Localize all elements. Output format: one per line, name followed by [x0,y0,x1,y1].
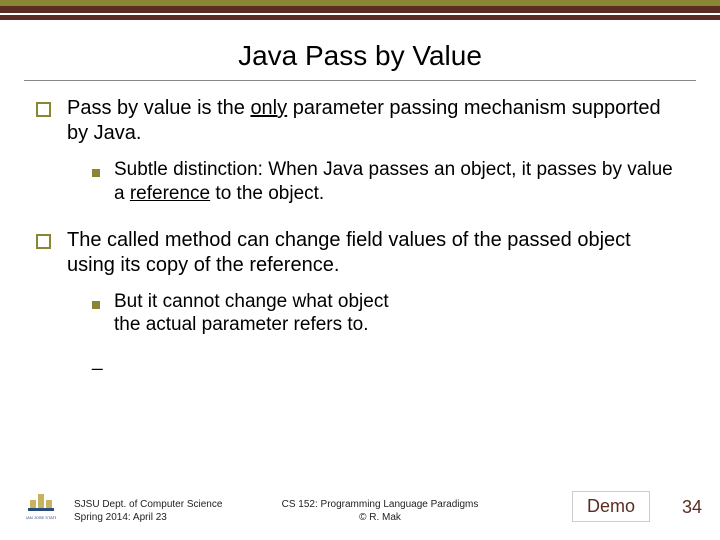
bullet-2: The called method can change field value… [36,228,684,278]
slide-title: Java Pass by Value [0,40,720,72]
bullet-1-sub-post: to the object. [210,183,324,204]
page-number: 34 [682,497,702,518]
bullet-2-sub-text: But it cannot change what object the act… [114,290,389,338]
bullet-marker-solid [92,169,100,177]
bullet-1-sub: Subtle distinction: When Java passes an … [92,158,684,206]
accent-maroon [0,6,720,13]
bullet-2-sub: But it cannot change what object the act… [92,290,684,338]
bullet-2-sub-line1: But it cannot change what object [114,291,389,312]
bullet-1-underlined: only [250,97,287,119]
footer-course-line1: CS 152: Programming Language Paradigms [282,499,479,510]
bullet-1-sub-text: Subtle distinction: When Java passes an … [114,158,684,206]
title-underline [24,80,696,81]
demo-label: Demo [572,491,650,522]
bullet-2-dash: _ [92,349,684,373]
slide-content: Pass by value is the only parameter pass… [36,96,684,373]
slide-footer: SAN JOSE STATE SJSU Dept. of Computer Sc… [0,480,720,526]
bullet-marker-solid [92,301,100,309]
bullet-1: Pass by value is the only parameter pass… [36,96,684,146]
top-accent-bar [0,0,720,20]
bullet-marker-outline [36,102,51,117]
bullet-1-sub-underlined: reference [130,183,210,204]
accent-maroon-thin [0,15,720,20]
footer-course-line2: © R. Mak [359,512,401,523]
bullet-2-text: The called method can change field value… [67,228,684,278]
bullet-1-text: Pass by value is the only parameter pass… [67,96,684,146]
bullet-marker-outline [36,234,51,249]
bullet-1-pre: Pass by value is the [67,97,250,119]
bullet-2-sub-line2: the actual parameter refers to. [114,314,369,335]
